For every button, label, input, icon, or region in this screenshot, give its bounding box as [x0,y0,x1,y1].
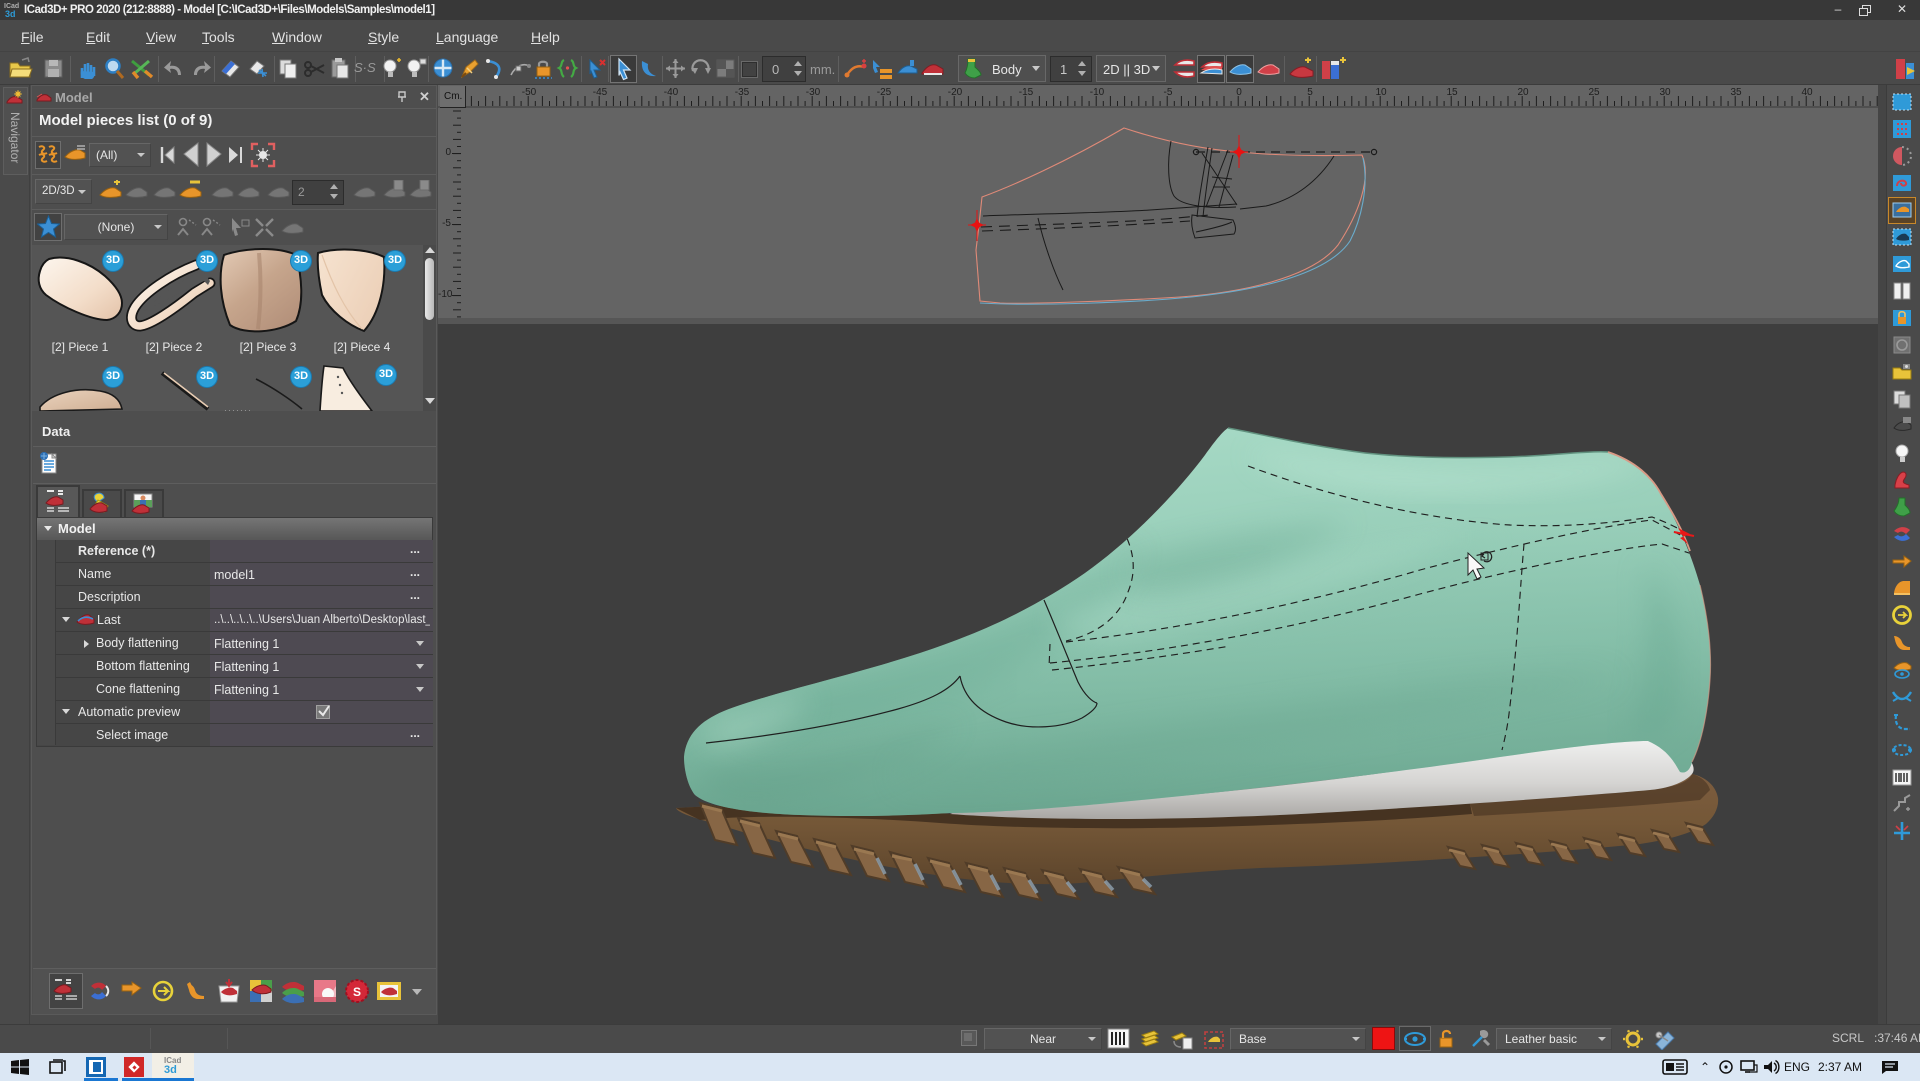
svg-text:S: S [353,985,361,999]
svg-text:3d: 3d [5,9,16,19]
